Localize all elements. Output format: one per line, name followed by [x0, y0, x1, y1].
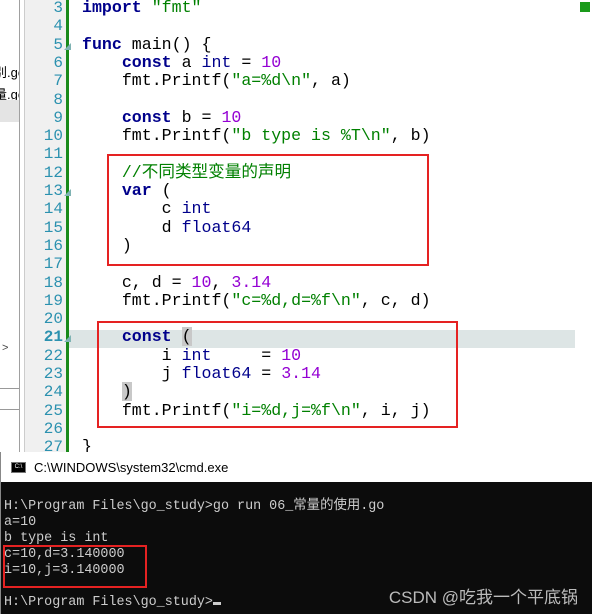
- fold-toggle-icon[interactable]: [64, 335, 71, 343]
- status-marker-icon: [580, 2, 590, 12]
- code-token: func: [82, 34, 122, 54]
- window-title: C:\WINDOWS\system32\cmd.exe: [34, 459, 229, 475]
- terminal-line: H:\Program Files\go_study>go run 06_常量的使…: [4, 499, 385, 514]
- code-line[interactable]: func main() {: [82, 34, 212, 54]
- code-token: , b): [390, 126, 431, 146]
- code-token: "b type is %T\n": [231, 126, 391, 146]
- code-line[interactable]: import "fmt": [82, 0, 202, 17]
- fold-toggle-icon[interactable]: [64, 189, 71, 196]
- line-number: 18: [43, 273, 63, 292]
- code-line[interactable]: c, d = 10, 3.14: [82, 272, 272, 292]
- terminal-line: a=10: [4, 515, 37, 530]
- code-token: fmt.Printf(: [82, 71, 232, 91]
- line-number: 22: [43, 346, 63, 365]
- line-number: 15: [43, 218, 63, 237]
- line-number: 23: [43, 365, 63, 383]
- code-token: "a=%d\n": [231, 71, 312, 91]
- code-token: b =: [171, 107, 222, 127]
- file-explorer-panel: 别.go 量.go >: [0, 0, 20, 452]
- line-number: 8: [53, 90, 63, 109]
- code-token: =: [231, 52, 262, 72]
- code-token: 10: [221, 107, 242, 127]
- code-token: "c=%d,d=%f\n": [231, 290, 361, 310]
- line-number: 20: [43, 310, 63, 329]
- code-token: const: [121, 52, 172, 72]
- code-token: , a): [311, 71, 351, 91]
- code-token: 10: [261, 52, 282, 72]
- line-number: 17: [43, 255, 63, 274]
- code-line[interactable]: fmt.Printf("b type is %T\n", b): [82, 126, 431, 146]
- line-number: 6: [53, 53, 63, 72]
- code-token: a: [171, 52, 202, 72]
- prompt-text: H:\Program Files\go_study>: [4, 595, 213, 610]
- code-token: "fmt": [141, 0, 202, 17]
- line-number: 24: [43, 383, 63, 402]
- code-token: int: [201, 52, 232, 72]
- scrollbar[interactable]: [0, 388, 19, 410]
- code-token: main() {: [121, 34, 212, 54]
- highlight-box-const-block: [97, 321, 458, 428]
- line-number: 13: [43, 182, 63, 200]
- line-number: 7: [53, 72, 63, 91]
- code-token: c, d =: [82, 272, 192, 292]
- code-token: ,: [211, 272, 232, 292]
- line-number: 10: [43, 127, 63, 146]
- code-token: 3.14: [231, 272, 272, 292]
- fold-toggle-icon[interactable]: [64, 42, 71, 50]
- line-number: 9: [53, 108, 63, 127]
- watermark: CSDN @吃我一个平底锅: [388, 588, 578, 607]
- code-token: fmt.Printf(: [82, 126, 232, 146]
- chevron-right-icon[interactable]: >: [2, 342, 8, 354]
- code-line[interactable]: fmt.Printf("c=%d,d=%f\n", c, d): [82, 290, 431, 310]
- line-number: 4: [53, 17, 63, 36]
- line-number: 14: [43, 200, 63, 219]
- cmd-window[interactable]: C:\ C:\WINDOWS\system32\cmd.exe H:\Progr…: [0, 452, 592, 614]
- code-token: fmt.Printf(: [82, 290, 232, 310]
- code-token: import: [82, 0, 142, 17]
- cmd-titlebar[interactable]: C:\ C:\WINDOWS\system32\cmd.exe: [1, 452, 592, 482]
- change-marker-bar: [66, 0, 69, 452]
- line-number: 11: [43, 145, 63, 164]
- line-number: 25: [43, 401, 63, 420]
- line-number: 12: [43, 163, 63, 182]
- code-line[interactable]: fmt.Printf("a=%d\n", a): [82, 72, 351, 90]
- cmd-icon: C:\: [11, 461, 26, 473]
- line-number: 5: [53, 35, 63, 54]
- terminal-prompt[interactable]: H:\Program Files\go_study>: [4, 595, 221, 611]
- line-number: 21: [43, 328, 63, 347]
- line-number: 3: [53, 0, 63, 17]
- line-number: 16: [43, 236, 63, 255]
- highlight-box-var-block: [107, 154, 429, 266]
- highlight-box-output: [3, 545, 147, 588]
- code-line[interactable]: const a int = 10: [82, 52, 282, 72]
- line-number: 26: [43, 419, 63, 438]
- code-token: , c, d): [360, 290, 431, 310]
- text-cursor: [212, 602, 221, 605]
- selected-file-row[interactable]: [0, 100, 19, 122]
- code-token: 10: [191, 272, 212, 292]
- code-line[interactable]: const b = 10: [82, 107, 242, 127]
- code-token: const: [121, 107, 172, 127]
- file-item[interactable]: 别.go: [0, 62, 19, 81]
- line-number: 19: [43, 291, 63, 310]
